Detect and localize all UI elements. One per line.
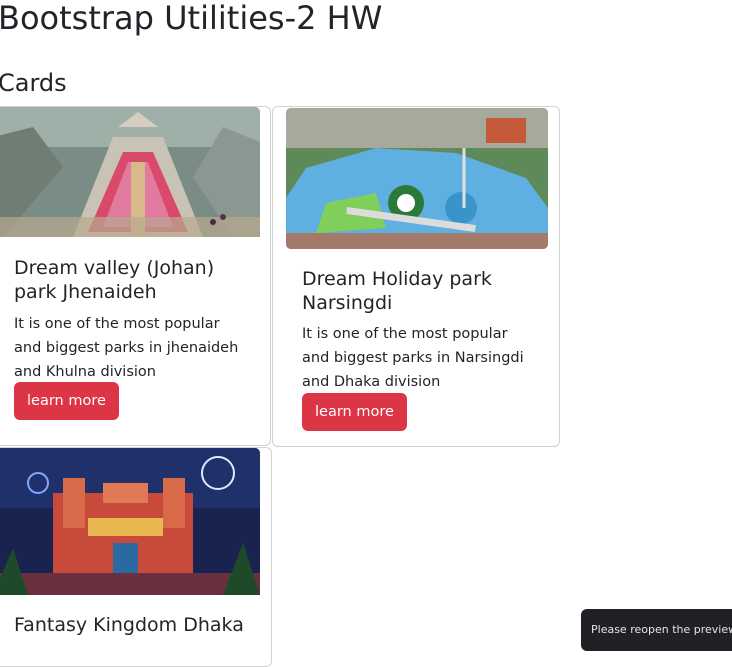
- card-fantasy-kingdom: Fantasy Kingdom Dhaka: [0, 447, 272, 667]
- card-image-dream-valley: [0, 107, 260, 237]
- card-text: It is one of the most popular and bigges…: [14, 316, 239, 380]
- card-title: Dream valley (Johan) park Jhenaideh: [14, 257, 215, 303]
- card-image-dream-holiday: [286, 108, 548, 249]
- learn-more-button[interactable]: learn more: [302, 393, 407, 431]
- learn-more-button[interactable]: learn more: [14, 382, 119, 420]
- preview-toast: Please reopen the preview.: [581, 609, 732, 651]
- card-image-fantasy-kingdom: [0, 448, 260, 595]
- card-dream-holiday: Dream Holiday park Narsingdi It is one o…: [272, 106, 560, 447]
- card-title: Fantasy Kingdom Dhaka: [14, 614, 244, 636]
- card-title: Dream Holiday park Narsingdi: [302, 268, 492, 314]
- section-title: Cards: [0, 69, 67, 97]
- page-title: Bootstrap Utilities-2 HW: [0, 0, 383, 37]
- card-dream-valley: Dream valley (Johan) park Jhenaideh It i…: [0, 106, 271, 446]
- card-text: It is one of the most popular and bigges…: [302, 326, 524, 390]
